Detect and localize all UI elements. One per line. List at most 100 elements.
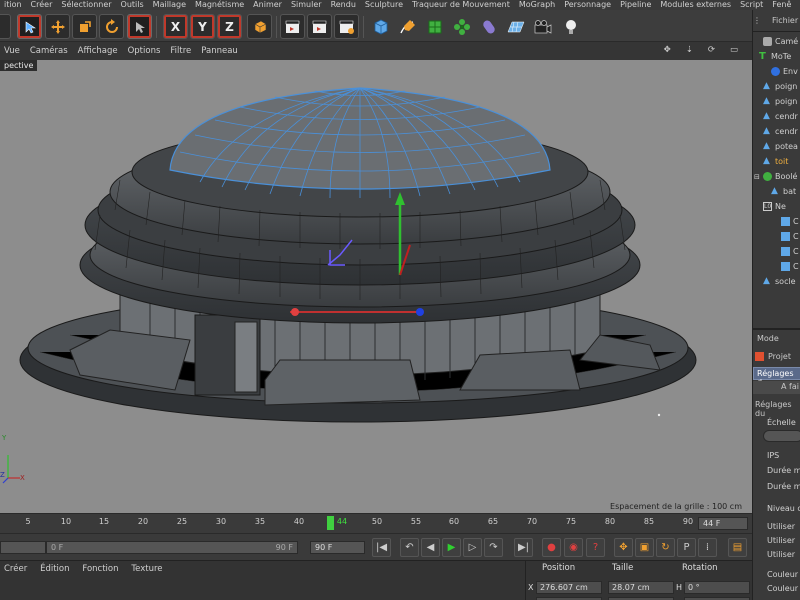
timeline-ruler[interactable]: 5 10 15 20 25 30 35 40 44 50 55 60 65 70… bbox=[0, 513, 752, 533]
lock-x-button[interactable]: X bbox=[163, 14, 188, 39]
current-frame-field[interactable]: 44 F bbox=[698, 517, 748, 530]
size-x-field[interactable]: 28.07 cm bbox=[608, 581, 674, 594]
material-menu-creer[interactable]: Créer bbox=[0, 561, 33, 574]
key-scale-button[interactable]: ▣ bbox=[635, 538, 654, 557]
menu-creer[interactable]: Créer bbox=[27, 0, 58, 10]
camera-button[interactable] bbox=[530, 14, 555, 39]
light-button[interactable] bbox=[558, 14, 583, 39]
orbit-icon[interactable]: ⟳ bbox=[704, 45, 721, 55]
om-item-socle[interactable]: ▲ socle bbox=[753, 274, 800, 289]
om-item-child-3[interactable]: C bbox=[753, 244, 800, 259]
menu-modules-externes[interactable]: Modules externes bbox=[656, 0, 736, 10]
render-to-picture-viewer-button[interactable] bbox=[307, 14, 332, 39]
keyframe-selection-button[interactable]: ? bbox=[586, 538, 605, 557]
next-frame-button[interactable]: ▷ bbox=[463, 538, 482, 557]
viewport-menu-cameras[interactable]: Caméras bbox=[26, 46, 74, 56]
om-item-poteau[interactable]: ▲ potea bbox=[753, 139, 800, 154]
range-end-field[interactable]: 90 F bbox=[310, 541, 365, 554]
om-item-poignee-2[interactable]: ▲ poign bbox=[753, 94, 800, 109]
echelle-field[interactable] bbox=[763, 430, 800, 442]
om-menu-fichier[interactable]: Fichier bbox=[772, 16, 798, 25]
menu-selectionner[interactable]: Sélectionner bbox=[57, 0, 116, 10]
record-button[interactable]: ● bbox=[542, 538, 561, 557]
om-item-env[interactable]: Env bbox=[753, 64, 800, 79]
viewport-menu-options[interactable]: Options bbox=[124, 46, 167, 56]
menu-pipeline[interactable]: Pipeline bbox=[616, 0, 656, 10]
attr-menu-mode[interactable]: Mode bbox=[757, 334, 779, 343]
om-item-motext[interactable]: T MoTe bbox=[753, 49, 800, 64]
autokey-button[interactable]: ◉ bbox=[564, 538, 583, 557]
coordinate-system-button[interactable] bbox=[247, 14, 272, 39]
menu-sculpture[interactable]: Sculpture bbox=[361, 0, 408, 10]
lock-y-button[interactable]: Y bbox=[190, 14, 215, 39]
menu-mograph[interactable]: MoGraph bbox=[515, 0, 560, 10]
om-item-cendrier-2[interactable]: ▲ cendr bbox=[753, 124, 800, 139]
menu-magnetisme[interactable]: Magnétisme bbox=[191, 0, 249, 10]
render-settings-button[interactable] bbox=[334, 14, 359, 39]
tab-a-faire[interactable]: A fai bbox=[753, 381, 800, 394]
menu-script[interactable]: Script bbox=[736, 0, 768, 10]
viewport-menu-panneau[interactable]: Panneau bbox=[197, 46, 244, 56]
menu-maillage[interactable]: Maillage bbox=[149, 0, 191, 10]
om-item-bat[interactable]: ▲ bat bbox=[753, 184, 800, 199]
deformer-button[interactable] bbox=[476, 14, 501, 39]
pan-icon[interactable]: ✥ bbox=[660, 45, 677, 55]
tab-reglages[interactable]: Réglages d bbox=[753, 367, 800, 387]
maximize-view-icon[interactable]: ▭ bbox=[726, 45, 744, 55]
previous-frame-button[interactable]: ◀ bbox=[421, 538, 440, 557]
om-item-child-2[interactable]: C bbox=[753, 229, 800, 244]
om-item-toit[interactable]: ▲ toit bbox=[753, 154, 800, 169]
menu-outils[interactable]: Outils bbox=[117, 0, 149, 10]
menu-rendu[interactable]: Rendu bbox=[327, 0, 361, 10]
rotate-tool-button[interactable] bbox=[99, 14, 124, 39]
om-item-poignee-1[interactable]: ▲ poign bbox=[753, 79, 800, 94]
previous-key-button[interactable]: ↶ bbox=[400, 538, 419, 557]
next-key-button[interactable]: ↷ bbox=[484, 538, 503, 557]
menu-animer[interactable]: Animer bbox=[249, 0, 287, 10]
viewport-menu-affichage[interactable]: Affichage bbox=[74, 46, 124, 56]
om-item-boolean[interactable]: ⊟ Boolé bbox=[753, 169, 800, 184]
om-item-cendrier-1[interactable]: ▲ cendr bbox=[753, 109, 800, 124]
cloner-button[interactable] bbox=[449, 14, 474, 39]
om-item-child-4[interactable]: C bbox=[753, 259, 800, 274]
viewport-menu-filtre[interactable]: Filtre bbox=[166, 46, 197, 56]
live-selection-button[interactable] bbox=[17, 14, 42, 39]
3d-viewport[interactable]: pective Y Z X Espacement de la grille: … bbox=[0, 60, 752, 513]
menu-simuler[interactable]: Simuler bbox=[287, 0, 327, 10]
key-pla-button[interactable]: ⁞ bbox=[698, 538, 717, 557]
range-start-field[interactable] bbox=[0, 541, 46, 554]
menu-edition[interactable]: ition bbox=[0, 0, 27, 10]
material-menu-fonction[interactable]: Fonction bbox=[78, 561, 124, 574]
scheme-button[interactable]: ▤ bbox=[728, 538, 747, 557]
menu-traqueur[interactable]: Traqueur de Mouvement bbox=[408, 0, 515, 10]
key-position-button[interactable]: ✥ bbox=[614, 538, 633, 557]
go-to-start-button[interactable]: |◀ bbox=[372, 538, 391, 557]
undo-button[interactable] bbox=[0, 14, 11, 39]
lock-z-button[interactable]: Z bbox=[217, 14, 242, 39]
om-item-child-1[interactable]: C bbox=[753, 214, 800, 229]
scale-tool-button[interactable] bbox=[72, 14, 97, 39]
spline-pen-button[interactable] bbox=[395, 14, 420, 39]
position-x-field[interactable]: 276.607 cm bbox=[536, 581, 602, 594]
rotation-h-field[interactable]: 0 ° bbox=[684, 581, 750, 594]
range-slider[interactable]: 0 F 90 F bbox=[46, 541, 298, 554]
move-tool-button[interactable] bbox=[45, 14, 70, 39]
om-item-null[interactable]: L0 Ne bbox=[753, 199, 800, 214]
play-button[interactable]: ▶ bbox=[442, 538, 461, 557]
menu-fenetre[interactable]: Fenê bbox=[768, 0, 796, 10]
key-parameter-button[interactable]: P bbox=[677, 538, 696, 557]
key-rotation-button[interactable]: ↻ bbox=[656, 538, 675, 557]
render-view-button[interactable] bbox=[280, 14, 305, 39]
om-item-camera[interactable]: Camé bbox=[753, 34, 800, 49]
go-to-end-button[interactable]: ▶| bbox=[514, 538, 533, 557]
last-tool-button[interactable] bbox=[127, 14, 152, 39]
menu-personnage[interactable]: Personnage bbox=[560, 0, 616, 10]
subdivision-button[interactable] bbox=[422, 14, 447, 39]
material-menu-edition[interactable]: Édition bbox=[36, 561, 75, 574]
dolly-icon[interactable]: ⇣ bbox=[682, 45, 699, 55]
material-menu-texture[interactable]: Texture bbox=[127, 561, 168, 574]
cube-object-button[interactable] bbox=[368, 14, 393, 39]
collapse-icon[interactable]: ⊟ bbox=[754, 173, 760, 181]
viewport-menu-vue[interactable]: Vue bbox=[0, 46, 26, 56]
playhead[interactable] bbox=[327, 516, 334, 530]
